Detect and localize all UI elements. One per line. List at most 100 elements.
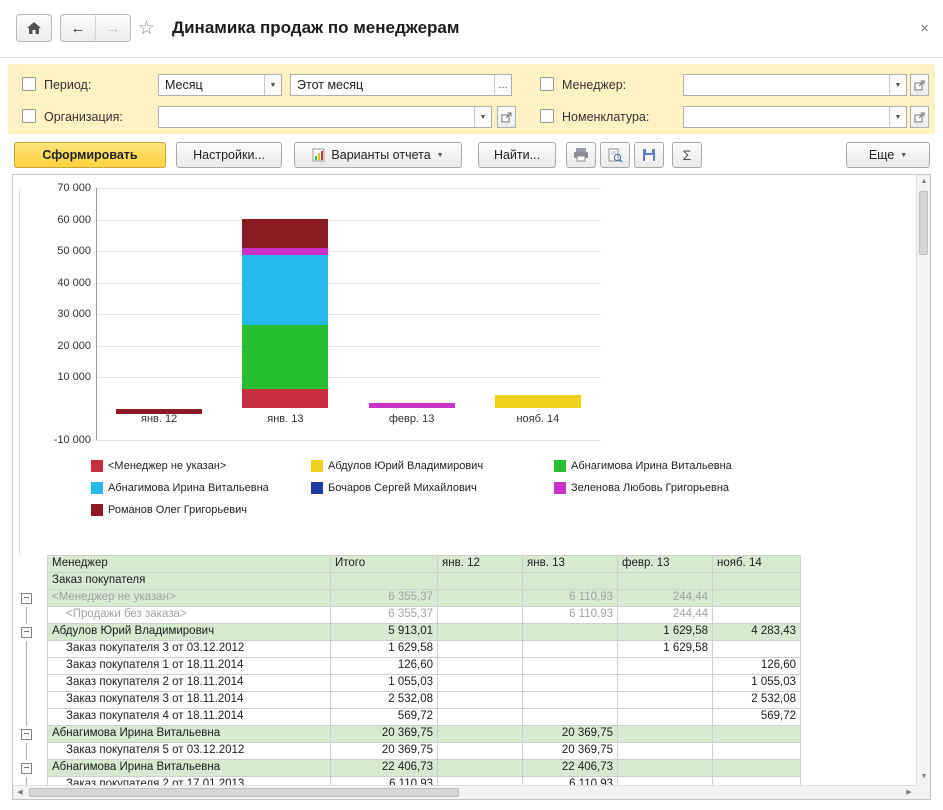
nomenclature-open-button[interactable]: [910, 106, 929, 128]
row-value[interactable]: [713, 573, 801, 590]
row-value[interactable]: [713, 590, 801, 607]
row-value[interactable]: [523, 658, 618, 675]
column-header[interactable]: янв. 12: [438, 555, 523, 573]
row-label[interactable]: Абдулов Юрий Владимирович: [47, 624, 331, 641]
row-value[interactable]: 20 369,75: [331, 743, 438, 760]
organization-field[interactable]: ▼: [158, 106, 492, 128]
row-value[interactable]: [523, 692, 618, 709]
scroll-right-icon[interactable]: ▶: [902, 786, 916, 800]
table-row[interactable]: <Продажи без заказа>6 355,376 110,93244,…: [13, 607, 801, 624]
row-value[interactable]: [618, 726, 713, 743]
vertical-scrollbar[interactable]: ▲ ▼: [916, 175, 930, 785]
row-value[interactable]: 1 055,03: [713, 675, 801, 692]
row-value[interactable]: 1 055,03: [331, 675, 438, 692]
table-row[interactable]: −Абнагимова Ирина Витальевна22 406,7322 …: [13, 760, 801, 777]
nomenclature-dropdown-icon[interactable]: ▼: [889, 107, 906, 127]
row-value[interactable]: 2 532,08: [713, 692, 801, 709]
row-value[interactable]: 126,60: [713, 658, 801, 675]
row-value[interactable]: [438, 658, 523, 675]
manager-dropdown-icon[interactable]: ▼: [889, 75, 906, 95]
period-more-button[interactable]: ...: [494, 75, 511, 95]
row-value[interactable]: [438, 760, 523, 777]
find-button[interactable]: Найти...: [478, 142, 556, 168]
row-label[interactable]: Абнагимова Ирина Витальевна: [47, 726, 331, 743]
legend-item[interactable]: Абнагимова Ирина Витальевна: [554, 459, 732, 473]
print-button[interactable]: [566, 142, 596, 168]
collapse-expander-icon[interactable]: −: [21, 729, 32, 740]
table-row[interactable]: Заказ покупателя 4 от 18.11.2014569,7256…: [13, 709, 801, 726]
table-row[interactable]: Заказ покупателя 3 от 18.11.20142 532,08…: [13, 692, 801, 709]
period-kind-combo[interactable]: Месяц ▼: [158, 74, 282, 96]
manager-field[interactable]: ▼: [683, 74, 907, 96]
row-value[interactable]: 569,72: [331, 709, 438, 726]
forward-button[interactable]: →: [95, 14, 131, 42]
row-value[interactable]: 6 110,93: [523, 590, 618, 607]
row-value[interactable]: [438, 743, 523, 760]
row-value[interactable]: [438, 573, 523, 590]
close-icon[interactable]: ×: [920, 20, 929, 37]
row-value[interactable]: 569,72: [713, 709, 801, 726]
scroll-down-icon[interactable]: ▼: [917, 770, 931, 784]
period-kind-dropdown-icon[interactable]: ▼: [264, 75, 281, 95]
row-label[interactable]: Заказ покупателя 3 от 03.12.2012: [47, 641, 331, 658]
row-label[interactable]: Заказ покупателя 5 от 03.12.2012: [47, 743, 331, 760]
scroll-up-icon[interactable]: ▲: [917, 175, 931, 189]
row-value[interactable]: 4 283,43: [713, 624, 801, 641]
table-row[interactable]: − Абдулов Юрий Владимирович5 913,01 1 629,…: [13, 624, 801, 641]
row-label[interactable]: Заказ покупателя 3 от 18.11.2014: [47, 692, 331, 709]
generate-button[interactable]: Сформировать: [14, 142, 166, 168]
row-label[interactable]: Заказ покупателя 2 от 18.11.2014: [47, 675, 331, 692]
row-value[interactable]: [713, 760, 801, 777]
column-header[interactable]: Менеджер: [47, 555, 331, 573]
row-value[interactable]: 6 355,37: [331, 590, 438, 607]
row-value[interactable]: 6 355,37: [331, 607, 438, 624]
row-value[interactable]: [438, 624, 523, 641]
row-label[interactable]: Абнагимова Ирина Витальевна: [47, 760, 331, 777]
row-value[interactable]: [523, 675, 618, 692]
horizontal-scroll-thumb[interactable]: [29, 788, 459, 797]
row-value[interactable]: 20 369,75: [523, 726, 618, 743]
row-value[interactable]: [438, 590, 523, 607]
row-value[interactable]: [713, 641, 801, 658]
row-value[interactable]: 244,44: [618, 607, 713, 624]
row-value[interactable]: [523, 624, 618, 641]
period-checkbox[interactable]: [22, 77, 36, 91]
row-value[interactable]: [331, 573, 438, 590]
column-header[interactable]: Итого: [331, 555, 438, 573]
table-row[interactable]: −<Менеджер не указан>6 355,376 110,93244…: [13, 590, 801, 607]
row-value[interactable]: 2 532,08: [331, 692, 438, 709]
column-header[interactable]: февр. 13: [618, 555, 713, 573]
legend-item[interactable]: <Менеджер не указан>: [91, 459, 226, 473]
legend-item[interactable]: Зеленова Любовь Григорьевна: [554, 481, 729, 495]
table-row[interactable]: Заказ покупателя 5 от 03.12.201220 369,7…: [13, 743, 801, 760]
legend-item[interactable]: Абдулов Юрий Владимирович: [311, 459, 483, 473]
organization-open-button[interactable]: [497, 106, 516, 128]
row-value[interactable]: 126,60: [331, 658, 438, 675]
row-label[interactable]: Заказ покупателя: [47, 573, 331, 590]
table-row[interactable]: Заказ покупателя 2 от 18.11.20141 055,03…: [13, 675, 801, 692]
row-value[interactable]: 5 913,01: [331, 624, 438, 641]
row-value[interactable]: 1 629,58: [618, 641, 713, 658]
row-value[interactable]: [438, 709, 523, 726]
row-value[interactable]: 1 629,58: [331, 641, 438, 658]
row-label[interactable]: <Менеджер не указан>: [47, 590, 331, 607]
favorite-star-icon[interactable]: ☆: [138, 17, 155, 40]
period-value-field[interactable]: Этот месяц ...: [290, 74, 512, 96]
row-value[interactable]: [438, 726, 523, 743]
table-row[interactable]: −Абнагимова Ирина Витальевна20 369,7520 …: [13, 726, 801, 743]
more-button[interactable]: Еще ▼: [846, 142, 930, 168]
manager-checkbox[interactable]: [540, 77, 554, 91]
report-variants-button[interactable]: Варианты отчета ▼: [294, 142, 462, 168]
settings-button[interactable]: Настройки...: [176, 142, 282, 168]
row-value[interactable]: [618, 658, 713, 675]
save-button[interactable]: [634, 142, 664, 168]
organization-dropdown-icon[interactable]: ▼: [474, 107, 491, 127]
row-value[interactable]: [618, 709, 713, 726]
table-row[interactable]: Заказ покупателя 3 от 03.12.20121 629,58…: [13, 641, 801, 658]
collapse-expander-icon[interactable]: −: [21, 627, 32, 638]
row-value[interactable]: 1 629,58: [618, 624, 713, 641]
row-value[interactable]: [523, 641, 618, 658]
horizontal-scrollbar[interactable]: ◀ ▶: [13, 785, 916, 799]
collapse-expander-icon[interactable]: −: [21, 593, 32, 604]
row-value[interactable]: [618, 573, 713, 590]
